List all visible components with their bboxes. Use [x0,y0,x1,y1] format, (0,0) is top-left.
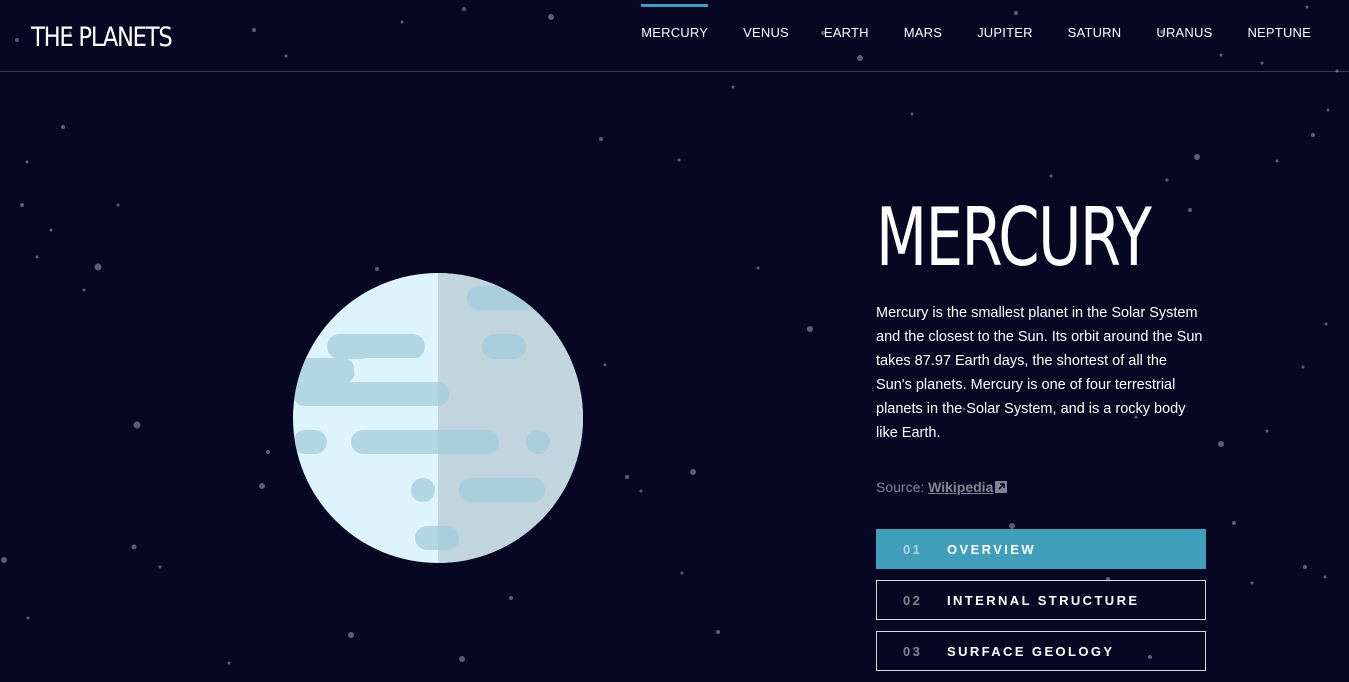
tab-surface-geology[interactable]: 03 SURFACE GEOLOGY [876,631,1206,671]
tab-label: INTERNAL STRUCTURE [947,592,1140,608]
wikipedia-link[interactable]: Wikipedia [928,479,993,495]
tab-number: 03 [903,643,923,659]
planet-title: MERCURY [876,191,1152,284]
nav-item-neptune[interactable]: NEPTUNE [1247,0,1311,72]
nav-item-uranus[interactable]: URANUS [1156,0,1212,72]
nav-item-mars[interactable]: MARS [904,0,942,72]
site-header: THE PLANETS MERCURY VENUS EARTH MARS JUP… [0,0,1349,72]
external-link-icon[interactable] [995,480,1008,493]
nav-item-mercury[interactable]: MERCURY [641,0,709,72]
source-label: Source: [876,479,925,495]
planet-illustration [293,273,583,563]
page: THE PLANETS MERCURY VENUS EARTH MARS JUP… [0,0,1349,682]
source-line: Source: Wikipedia [876,479,1008,495]
mercury-planet-image [293,273,583,563]
tab-number: 01 [903,541,923,557]
site-logo[interactable]: THE PLANETS [31,18,173,58]
tab-number: 02 [903,592,923,608]
nav-item-venus[interactable]: VENUS [743,0,789,72]
planet-nav: MERCURY VENUS EARTH MARS JUPITER SATURN … [641,0,1311,72]
tab-internal-structure[interactable]: 02 INTERNAL STRUCTURE [876,580,1206,620]
nav-item-jupiter[interactable]: JUPITER [977,0,1033,72]
tab-overview[interactable]: 01 OVERVIEW [876,529,1206,569]
nav-item-saturn[interactable]: SATURN [1068,0,1122,72]
planet-description: Mercury is the smallest planet in the So… [876,305,1203,441]
tab-label: OVERVIEW [947,541,1037,557]
nav-item-earth[interactable]: EARTH [824,0,869,72]
tab-label: SURFACE GEOLOGY [947,643,1115,659]
